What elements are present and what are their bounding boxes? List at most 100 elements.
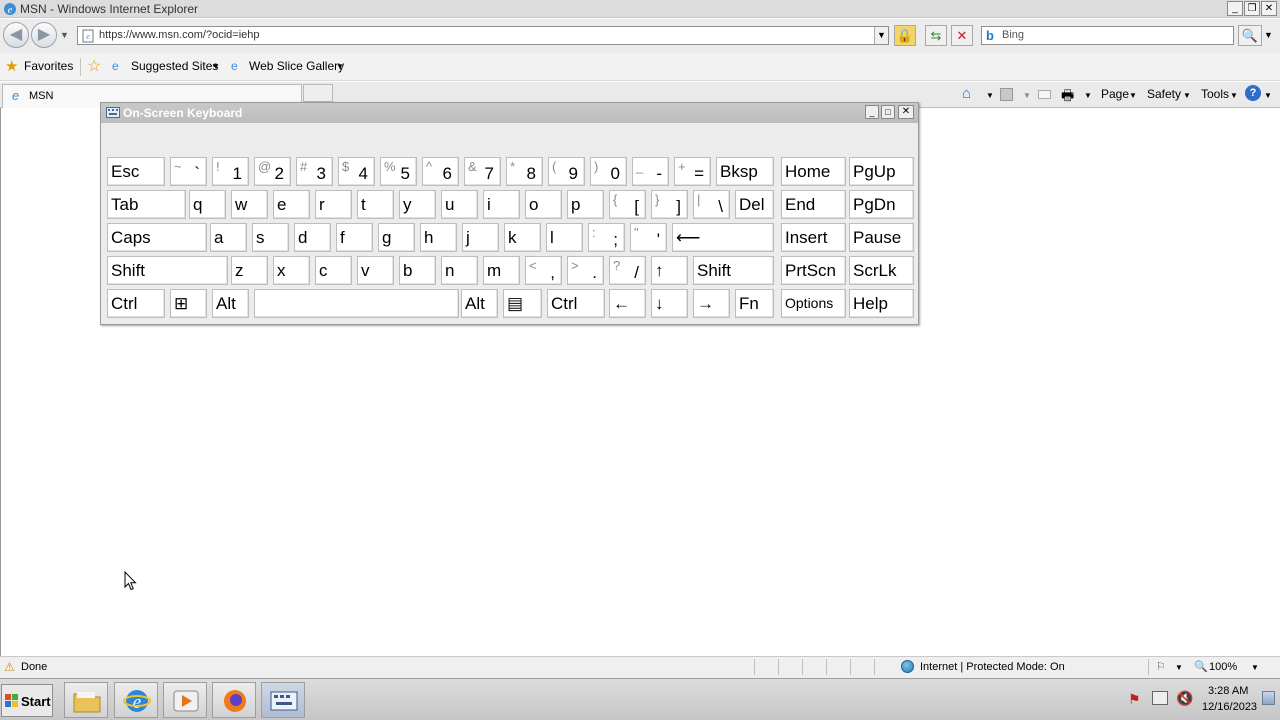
key-q[interactable]: q	[189, 190, 226, 219]
key-key[interactable]: {[	[609, 190, 646, 219]
key-key[interactable]: <,	[525, 256, 562, 285]
key-shift[interactable]: Shift	[693, 256, 774, 285]
key-g[interactable]: g	[378, 223, 415, 252]
key-scrlk[interactable]: ScrLk	[849, 256, 914, 285]
tools-menu[interactable]: Tools	[1201, 87, 1229, 101]
key-down-arrow[interactable]: ↓	[651, 289, 688, 318]
taskbar-firefox[interactable]	[212, 682, 256, 718]
key-b[interactable]: b	[399, 256, 436, 285]
taskbar-internet-explorer[interactable]: e	[114, 682, 158, 718]
key-bksp[interactable]: Bksp	[716, 157, 774, 186]
web-slice-gallery-link[interactable]: Web Slice Gallery	[249, 59, 344, 73]
search-options-icon[interactable]: ▼	[1264, 30, 1273, 40]
key-alt[interactable]: Alt	[212, 289, 249, 318]
action-center-flag-icon[interactable]: ⚑	[1128, 691, 1141, 708]
key-v[interactable]: v	[357, 256, 394, 285]
key-menu[interactable]: ▤	[503, 289, 542, 318]
key-i[interactable]: i	[483, 190, 520, 219]
clock-time[interactable]: 3:28 AM	[1208, 685, 1248, 697]
key-help[interactable]: Help	[849, 289, 914, 318]
key-key[interactable]: :;	[588, 223, 625, 252]
key-key[interactable]: _ -	[632, 157, 669, 186]
protected-mode-dropdown-icon[interactable]: ▼	[1175, 663, 1183, 672]
key-e[interactable]: e	[273, 190, 310, 219]
key-del[interactable]: Del	[735, 190, 774, 219]
key-u[interactable]: u	[441, 190, 478, 219]
suggested-sites-link[interactable]: Suggested Sites	[131, 59, 218, 73]
address-bar[interactable]: e https://www.msn.com/?ocid=iehp ▼	[77, 26, 889, 45]
key-j[interactable]: j	[462, 223, 499, 252]
key-key[interactable]: + =	[674, 157, 711, 186]
zoom-level[interactable]: 100%	[1209, 661, 1237, 673]
restore-button[interactable]: ❐	[1244, 1, 1260, 16]
help-dropdown-icon[interactable]: ▼	[1264, 91, 1272, 100]
key-caps[interactable]: Caps	[107, 223, 207, 252]
taskbar-explorer[interactable]	[64, 682, 108, 718]
forward-button[interactable]: ▶	[31, 22, 57, 48]
key-t[interactable]: t	[357, 190, 394, 219]
back-button[interactable]: ◀	[3, 22, 29, 48]
help-icon[interactable]: ?	[1245, 85, 1261, 101]
feeds-icon[interactable]	[1000, 88, 1013, 101]
key-esc[interactable]: Esc	[107, 157, 165, 186]
key-9[interactable]: (9	[548, 157, 585, 186]
key-d[interactable]: d	[294, 223, 331, 252]
key-pgup[interactable]: PgUp	[849, 157, 914, 186]
key-s[interactable]: s	[252, 223, 289, 252]
key-0[interactable]: ) 0	[590, 157, 627, 186]
start-button[interactable]: Start	[1, 684, 53, 717]
key-r[interactable]: r	[315, 190, 352, 219]
zoom-dropdown-icon[interactable]: ▼	[1251, 663, 1259, 672]
key-7[interactable]: & 7	[464, 157, 501, 186]
key-o[interactable]: o	[525, 190, 562, 219]
network-icon[interactable]	[1152, 691, 1168, 705]
key-alt[interactable]: Alt	[461, 289, 498, 318]
print-icon[interactable]: 🖶	[1061, 85, 1074, 109]
key-shift[interactable]: Shift	[107, 256, 228, 285]
key-insert[interactable]: Insert	[781, 223, 846, 252]
key-tab[interactable]: Tab	[107, 190, 186, 219]
home-icon[interactable]: ⌂	[962, 85, 971, 102]
new-tab-button[interactable]	[303, 84, 333, 102]
protected-mode-icon[interactable]: ⚐	[1156, 660, 1166, 673]
key-a[interactable]: a	[210, 223, 247, 252]
close-button[interactable]: ✕	[1261, 1, 1277, 16]
key-m[interactable]: m	[483, 256, 520, 285]
key-fn[interactable]: Fn	[735, 289, 774, 318]
suggested-sites-dropdown-icon[interactable]: ▼	[212, 62, 220, 71]
taskbar-on-screen-keyboard[interactable]	[261, 682, 305, 718]
key-4[interactable]: $4	[338, 157, 375, 186]
key-2[interactable]: @2	[254, 157, 291, 186]
osk-maximize-button[interactable]: □	[881, 105, 895, 119]
key-key[interactable]: ~ `	[170, 157, 207, 186]
key-8[interactable]: * 8	[506, 157, 543, 186]
key-h[interactable]: h	[420, 223, 457, 252]
minimize-button[interactable]: _	[1227, 1, 1243, 16]
key-pgdn[interactable]: PgDn	[849, 190, 914, 219]
key-home[interactable]: Home	[781, 157, 846, 186]
key-options[interactable]: Options	[781, 289, 846, 318]
key-key[interactable]: }]	[651, 190, 688, 219]
web-slice-dropdown-icon[interactable]: ▼	[336, 62, 344, 71]
stop-icon[interactable]: ✕	[951, 25, 973, 46]
safety-menu[interactable]: Safety	[1147, 87, 1181, 101]
tools-menu-dropdown-icon[interactable]: ▼	[1230, 91, 1238, 100]
clock-date[interactable]: 12/16/2023	[1202, 701, 1257, 713]
osk-minimize-button[interactable]: _	[865, 105, 879, 119]
print-dropdown-icon[interactable]: ▼	[1084, 91, 1092, 100]
lock-icon[interactable]: 🔒	[894, 25, 916, 46]
key-up-arrow[interactable]: ↑	[651, 256, 688, 285]
key-right-arrow[interactable]: →	[693, 289, 730, 318]
key-key[interactable]: >.	[567, 256, 604, 285]
key-key[interactable]: | \	[693, 190, 730, 219]
key-space-bar[interactable]	[254, 289, 459, 318]
refresh-icon[interactable]: ⇆	[925, 25, 947, 46]
key-key[interactable]: " '	[630, 223, 667, 252]
key-c[interactable]: c	[315, 256, 352, 285]
key-y[interactable]: y	[399, 190, 436, 219]
search-icon[interactable]: 🔍	[1238, 25, 1262, 46]
home-dropdown-icon[interactable]: ▼	[986, 91, 994, 100]
favorites-button[interactable]: Favorites	[24, 59, 73, 73]
recent-pages-dropdown-icon[interactable]: ▼	[60, 30, 69, 40]
key-5[interactable]: % 5	[380, 157, 417, 186]
